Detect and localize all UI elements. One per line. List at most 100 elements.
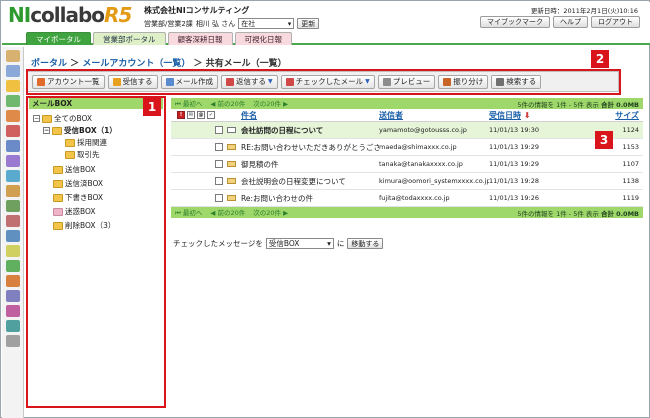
prev-page-link[interactable]: ◀ 前の20件: [210, 207, 245, 218]
logout-button[interactable]: ログアウト: [591, 16, 640, 28]
annotation-badge-2: 2: [591, 50, 609, 68]
first-page-label: 最初へ: [182, 100, 203, 108]
subject-column-header[interactable]: 件名: [241, 111, 257, 120]
prev-page-label: 前の20件: [217, 100, 246, 108]
first-page-link[interactable]: ⏮ 最初へ: [175, 207, 202, 218]
move-controls: チェックしたメッセージを 受信BOX ▾ に 移動する: [173, 238, 384, 249]
row-checkbox[interactable]: [215, 177, 223, 185]
annotation-box-mailbox: [26, 96, 166, 408]
app-icon[interactable]: [6, 305, 20, 317]
breadcrumb-mail-accounts[interactable]: メールアカウント（一覧）: [82, 59, 190, 69]
app-icon[interactable]: [6, 80, 20, 92]
total-label: 合計: [600, 209, 614, 218]
app-icon[interactable]: [6, 320, 20, 332]
row-date: 11/01/13 19:26: [489, 194, 539, 202]
status-value: 在社: [241, 19, 256, 28]
row-checkbox[interactable]: [215, 160, 223, 168]
company-name: 株式会社NIコンサルティング: [144, 6, 250, 15]
pager-info: 5件の情報を 1件 - 5件 表示 合計 0.0MB: [517, 99, 639, 109]
department: 営業部/営業2課: [144, 19, 193, 28]
total-label: 合計: [600, 100, 614, 109]
row-from: fujita@todaxxxx.co.jp: [379, 194, 450, 202]
app-icon[interactable]: [6, 185, 20, 197]
app-icon[interactable]: [6, 125, 20, 137]
table-row[interactable]: 会社説明会の日程変更について kimura@oomori_systemxxxx.…: [171, 173, 643, 190]
row-date: 11/01/13 19:29: [489, 160, 539, 168]
move-suffix: に: [336, 239, 345, 248]
table-row[interactable]: 会社訪問の日程について yamamoto@gotousss.co.jp 11/0…: [171, 122, 643, 139]
app-icon[interactable]: [6, 230, 20, 242]
attachment-icon[interactable]: @: [197, 111, 205, 119]
icon-rail: [2, 47, 24, 418]
bookmark-button[interactable]: マイブックマーク: [480, 16, 550, 28]
app-icon[interactable]: [6, 335, 20, 347]
row-subject[interactable]: 会社訪問の日程について: [241, 125, 379, 136]
read-mail-icon: [227, 194, 236, 201]
date-column-header[interactable]: 受信日時: [489, 111, 521, 120]
app-icon[interactable]: [6, 290, 20, 302]
next-page-label: 次の20件: [253, 100, 282, 108]
next-page-link[interactable]: 次の20件 ▶: [253, 207, 288, 218]
row-checkbox[interactable]: [215, 126, 223, 134]
status-select[interactable]: 在社 ▾: [238, 18, 295, 29]
flag-icon[interactable]: !: [177, 111, 185, 119]
read-mail-icon: [227, 177, 236, 184]
prev-page-link[interactable]: ◀ 前の20件: [210, 98, 245, 109]
unread-mail-icon: [227, 126, 236, 133]
logo-collabo: collabo: [30, 3, 105, 27]
tab-customer-report[interactable]: 顧客深耕日報: [167, 32, 233, 45]
tab-visual-report[interactable]: 可視化日報: [234, 32, 292, 45]
breadcrumb-portal[interactable]: ポータル: [31, 59, 67, 69]
pager-summary: 5件の情報を 1件 - 5件 表示: [517, 100, 599, 109]
pager-bottom: ⏮ 最初へ ◀ 前の20件 次の20件 ▶ 5件の情報を 1件 - 5件 表示 …: [171, 207, 643, 218]
logo-r5: R5: [104, 3, 132, 27]
app-icon[interactable]: [6, 50, 20, 62]
tab-my-portal[interactable]: マイポータル: [26, 32, 91, 45]
app-icon[interactable]: [6, 275, 20, 287]
breadcrumb: ポータル ＞ メールアカウント（一覧） ＞ 共有メール（一覧）: [31, 56, 287, 69]
total-value: 0.0MB: [616, 100, 639, 109]
next-page-label: 次の20件: [253, 209, 282, 217]
app-icon[interactable]: [6, 95, 20, 107]
table-row[interactable]: Re:お問い合わせの件 fujita@todaxxxx.co.jp 11/01/…: [171, 190, 643, 207]
app-icon[interactable]: [6, 245, 20, 257]
annotation-badge-3: 3: [595, 131, 613, 149]
update-button[interactable]: 更新: [297, 18, 320, 29]
mail-status-icon[interactable]: ✉: [187, 111, 195, 119]
tab-sales-portal[interactable]: 営業部ポータル: [93, 32, 166, 45]
size-column-header[interactable]: サイズ: [615, 111, 639, 120]
sort-desc-icon[interactable]: ⬇: [524, 111, 531, 120]
app-icon[interactable]: [6, 155, 20, 167]
row-subject[interactable]: 会社説明会の日程変更について: [241, 176, 379, 187]
row-from: yamamoto@gotousss.co.jp: [379, 126, 467, 134]
row-date: 11/01/13 19:30: [489, 126, 539, 134]
table-row[interactable]: 御見積の件 tanaka@tanakaxxxx.co.jp 11/01/13 1…: [171, 156, 643, 173]
app-icon[interactable]: [6, 260, 20, 272]
from-column-header[interactable]: 送信者: [379, 111, 403, 120]
pager-info: 5件の情報を 1件 - 5件 表示 合計 0.0MB: [517, 208, 639, 218]
table-row[interactable]: RE:お問い合わせいただきありがとうござ... maeda@shimaxxx.c…: [171, 139, 643, 156]
app-icon[interactable]: [6, 140, 20, 152]
app-icon[interactable]: [6, 110, 20, 122]
row-subject[interactable]: Re:お問い合わせの件: [241, 193, 379, 204]
chevron-down-icon: ▾: [287, 19, 292, 28]
row-checkbox[interactable]: [215, 143, 223, 151]
breadcrumb-separator: ＞: [193, 59, 203, 69]
app-icon[interactable]: [6, 65, 20, 77]
move-button[interactable]: 移動する: [347, 238, 384, 249]
chevron-down-icon: ▾: [327, 239, 331, 248]
move-target-value: 受信BOX: [268, 239, 300, 248]
app-icon[interactable]: [6, 170, 20, 182]
check-all-icon[interactable]: ✓: [207, 111, 215, 119]
logo: NIcollaboR5: [8, 3, 132, 27]
app-icon[interactable]: [6, 200, 20, 212]
next-page-link[interactable]: 次の20件 ▶: [253, 98, 288, 109]
row-subject[interactable]: RE:お問い合わせいただきありがとうござ...: [241, 142, 379, 153]
help-button[interactable]: ヘルプ: [553, 16, 588, 28]
row-subject[interactable]: 御見積の件: [241, 159, 379, 170]
app-icon[interactable]: [6, 215, 20, 227]
first-page-link[interactable]: ⏮ 最初へ: [175, 98, 202, 109]
row-checkbox[interactable]: [215, 194, 223, 202]
updated-datetime: 更新日時：2011年2月1日(火)10:16: [530, 7, 638, 15]
move-target-select[interactable]: 受信BOX ▾: [265, 238, 334, 249]
